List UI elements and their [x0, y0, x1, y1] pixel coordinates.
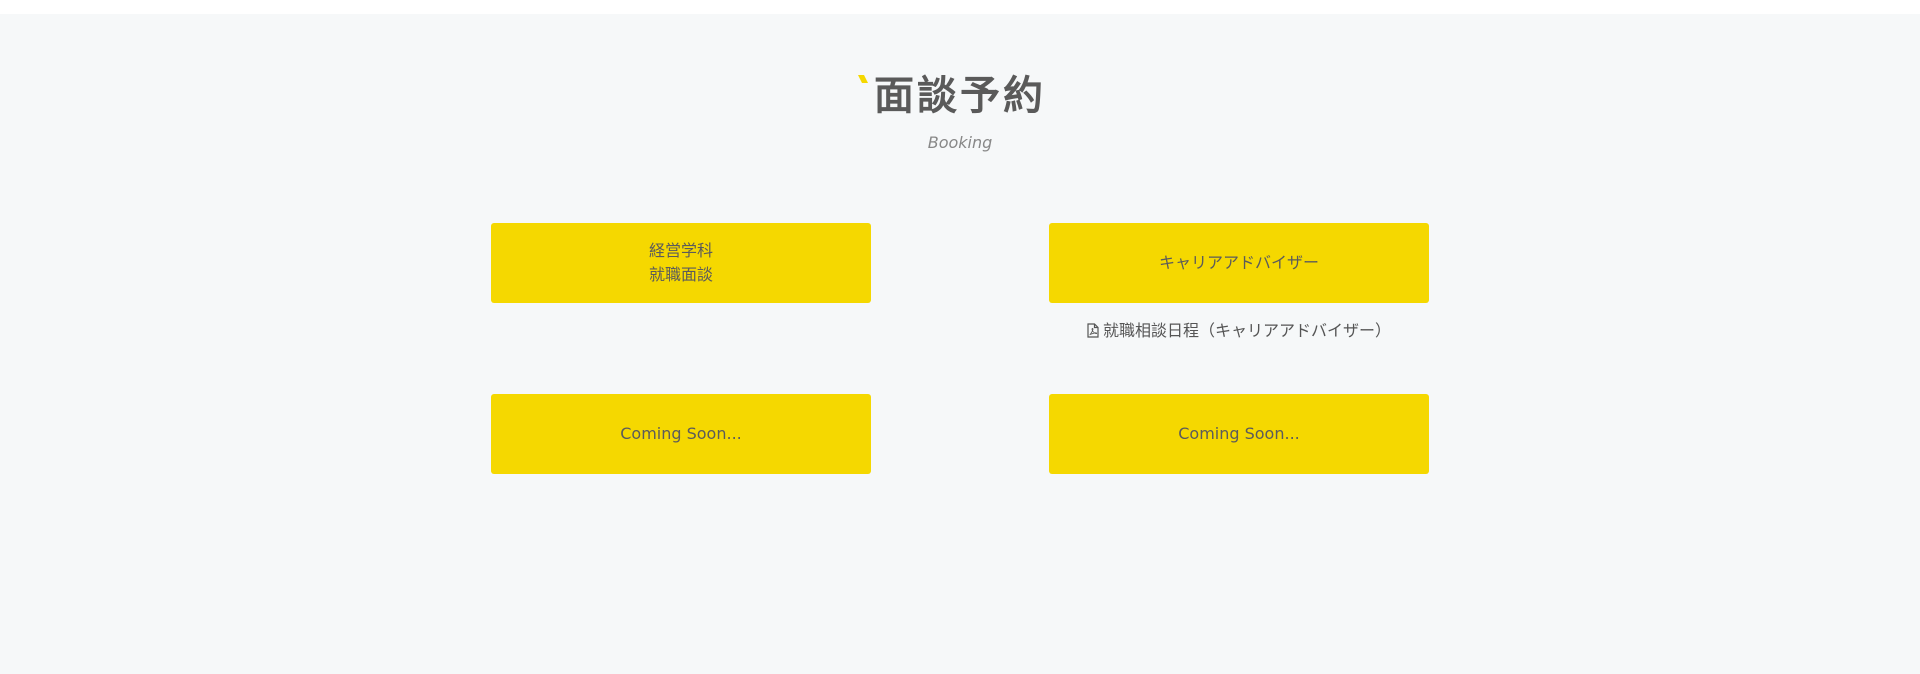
- button-label-line-1: 経営学科: [648, 241, 713, 260]
- coming-soon-button-2[interactable]: Coming Soon...: [1049, 394, 1429, 474]
- button-label: キャリアアドバイザー: [1158, 253, 1319, 272]
- coming-soon-button-1[interactable]: Coming Soon...: [491, 394, 871, 474]
- page-subtitle: Booking: [927, 133, 993, 152]
- button-label: Coming Soon...: [1178, 424, 1300, 443]
- title-wrap: 面談予約: [858, 69, 1046, 123]
- schedule-link-label: 就職相談日程（キャリアアドバイザー）: [1102, 321, 1391, 340]
- accent-mark-icon: [858, 75, 868, 83]
- button-label: Coming Soon...: [620, 424, 742, 443]
- career-consultation-schedule-link[interactable]: 就職相談日程（キャリアアドバイザー）: [1049, 319, 1429, 343]
- page-title: 面談予約: [874, 73, 1046, 119]
- button-label-line-2: 就職面談: [648, 265, 713, 284]
- pdf-file-icon: [1087, 323, 1099, 338]
- button-label: 経営学科 就職面談: [649, 239, 713, 287]
- career-advisor-button[interactable]: キャリアアドバイザー: [1049, 223, 1429, 303]
- booking-section: 面談予約 Booking 経営学科 就職面談 キャリアアドバイザー 就職相談日程…: [0, 14, 1920, 674]
- section-heading: 面談予約 Booking: [0, 69, 1920, 152]
- management-dept-interview-button[interactable]: 経営学科 就職面談: [491, 223, 871, 303]
